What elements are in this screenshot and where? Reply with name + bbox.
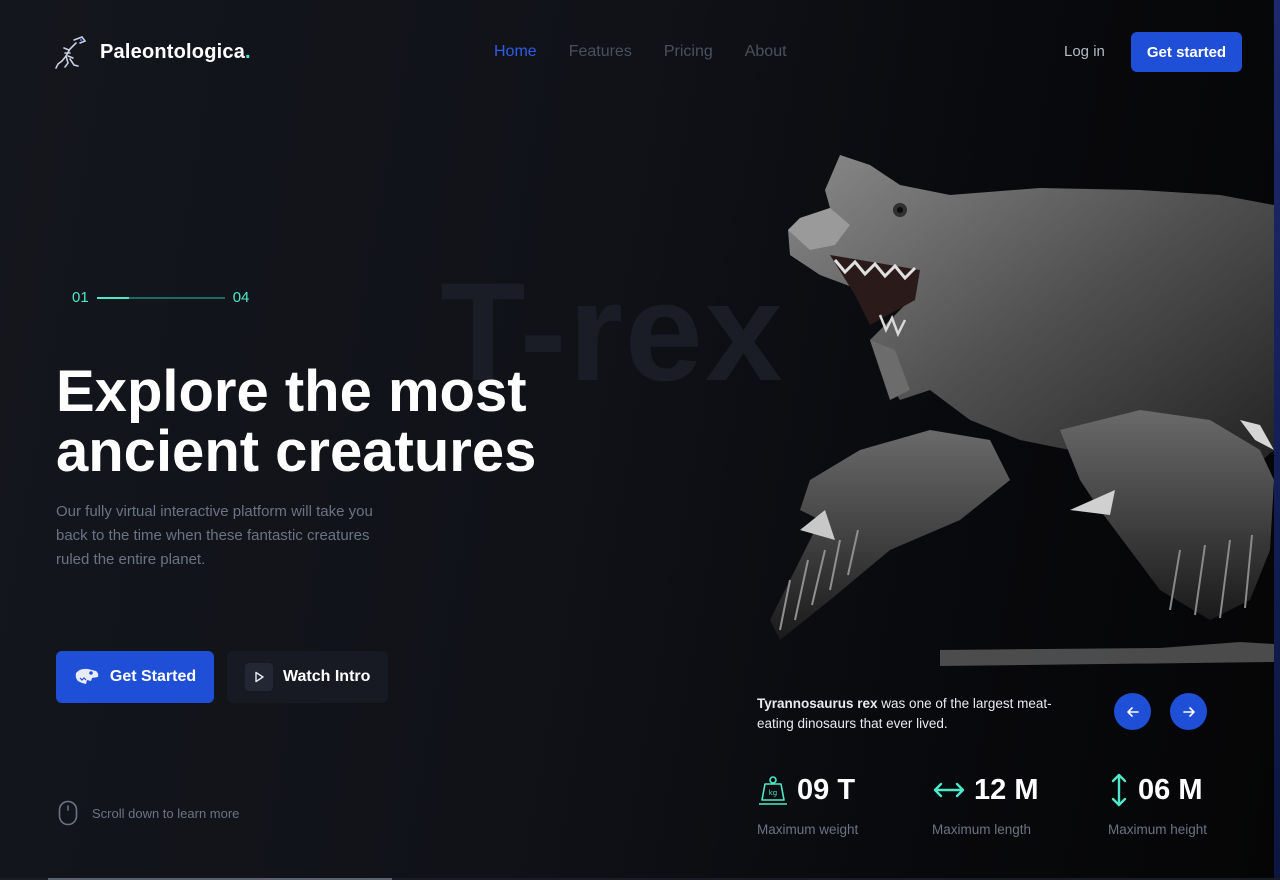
- brand-logo[interactable]: Paleontologica.: [54, 34, 251, 70]
- dinosaur-skull-icon: [75, 668, 99, 684]
- nav-home[interactable]: Home: [494, 43, 537, 61]
- scroll-hint-text: Scroll down to learn more: [92, 805, 240, 821]
- stat-weight-label: Maximum weight: [757, 822, 859, 837]
- hero-title-line1: Explore the most: [56, 359, 527, 424]
- slide-total: 04: [232, 289, 250, 306]
- login-link[interactable]: Log in: [1064, 43, 1105, 60]
- progress-fill: [96, 296, 129, 299]
- brand-dot: .: [245, 40, 251, 63]
- scroll-hint[interactable]: Scroll down to learn more: [58, 800, 239, 826]
- stat-height-label: Maximum height: [1108, 822, 1208, 837]
- weight-icon: kg: [759, 776, 787, 805]
- dinosaur-skeleton-icon: [55, 36, 87, 69]
- watch-intro-button[interactable]: Watch Intro: [227, 651, 388, 703]
- next-slide-button[interactable]: [1170, 693, 1207, 730]
- hero-title-line2: ancient creatures: [56, 419, 537, 484]
- window-edge: [1274, 0, 1280, 880]
- get-started-label: Get Started: [109, 668, 197, 685]
- stat-length: 12 M Maximum length: [932, 772, 1039, 838]
- play-icon: [245, 663, 273, 691]
- nav-about[interactable]: About: [745, 43, 787, 61]
- main-nav: Home Features Pricing About: [494, 43, 787, 61]
- watch-intro-label: Watch Intro: [283, 668, 371, 685]
- dino-description: Tyrannosaurus rex was one of the largest…: [757, 694, 1057, 734]
- stat-weight-value: 09 T: [797, 773, 856, 806]
- brand-text: Paleontologica: [100, 40, 246, 63]
- hero-subtitle: Our fully virtual interactive platform w…: [56, 503, 373, 568]
- nav-pricing[interactable]: Pricing: [664, 43, 713, 61]
- dino-name: Tyrannosaurus rex: [757, 696, 878, 711]
- progress-track: [96, 296, 225, 299]
- slide-current: 01: [72, 289, 89, 306]
- slide-progress: 01 04: [72, 289, 249, 306]
- stat-height: 06 M Maximum height: [1108, 772, 1208, 838]
- vertical-arrows-icon: [1111, 773, 1127, 807]
- stat-weight: kg 09 T Maximum weight: [757, 772, 859, 838]
- get-started-button[interactable]: Get Started: [56, 651, 214, 703]
- previous-slide-button[interactable]: [1114, 693, 1151, 730]
- nav-features[interactable]: Features: [569, 43, 632, 61]
- t-rex-illustration: [770, 155, 1274, 666]
- arrow-left-icon: [1126, 706, 1139, 717]
- horizontal-arrows-icon: [933, 782, 965, 798]
- arrow-right-icon: [1182, 706, 1195, 717]
- hero-title: Explore the most ancient creatures: [56, 362, 656, 482]
- mouse-icon: [58, 800, 78, 826]
- svg-text:kg: kg: [769, 789, 778, 797]
- stat-length-label: Maximum length: [932, 822, 1032, 837]
- stat-length-value: 12 M: [974, 773, 1039, 806]
- stat-height-value: 06 M: [1138, 773, 1203, 806]
- header-get-started-button[interactable]: Get started: [1131, 32, 1242, 72]
- brand-name: Paleontologica.: [100, 41, 251, 64]
